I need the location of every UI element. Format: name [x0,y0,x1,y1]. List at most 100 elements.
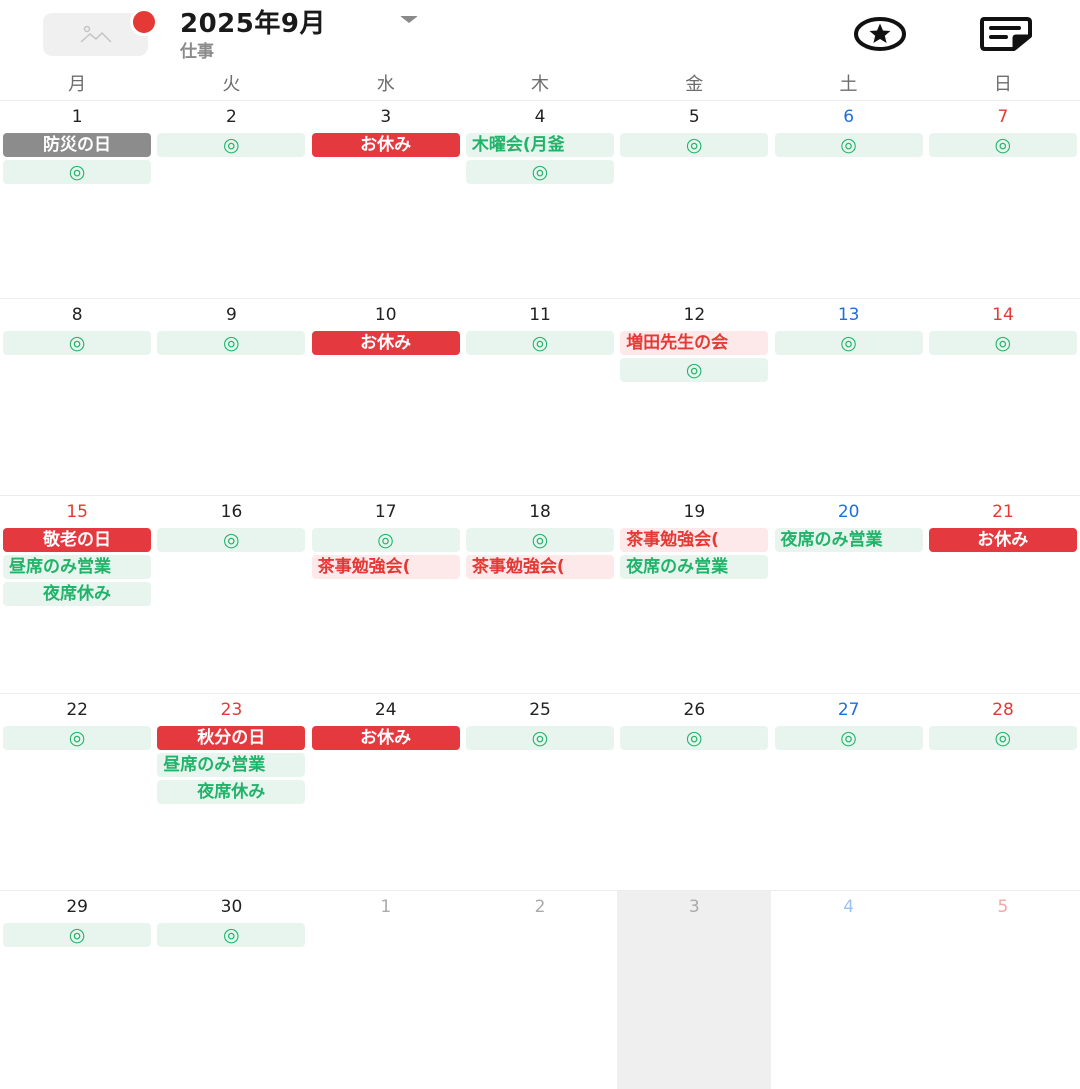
day-cell[interactable]: 26 ◎ [617,694,771,892]
day-cell[interactable]: 1 防災の日 ◎ [0,101,154,299]
day-number: 15 [66,502,88,522]
day-cell[interactable]: 14 ◎ [926,299,1080,497]
week-row: 1 防災の日 ◎ 2 ◎ 3 お休み 4 木曜会(月釜 ◎ 5 ◎ 6 ◎ 7 ◎ [0,100,1080,299]
event-chip[interactable]: お休み [311,725,460,750]
day-cell[interactable]: 20 夜席のみ営業 [772,496,926,694]
event-chip[interactable]: ◎ [465,725,614,750]
chevron-down-icon[interactable] [400,16,418,23]
day-cell[interactable]: 13 ◎ [772,299,926,497]
day-cell[interactable]: 5 ◎ [617,101,771,299]
day-cell[interactable]: 30 ◎ [154,891,308,1089]
day-cell[interactable]: 2 [463,891,617,1089]
event-chip[interactable]: ◎ [928,725,1077,750]
day-cell[interactable]: 8 ◎ [0,299,154,497]
event-chip[interactable]: 増田先生の会 [620,330,769,355]
day-cell[interactable]: 1 [309,891,463,1089]
day-cell[interactable]: 2 ◎ [154,101,308,299]
week-row: 29 ◎ 30 ◎ 1 2 3 4 5 [0,890,1080,1089]
day-cell[interactable]: 29 ◎ [0,891,154,1089]
event-chip[interactable]: ◎ [157,923,306,947]
event-chip[interactable]: ◎ [3,160,151,184]
day-cell[interactable]: 4 木曜会(月釜 ◎ [463,101,617,299]
event-chip[interactable]: ◎ [3,725,151,750]
day-cell[interactable]: 27 ◎ [772,694,926,892]
event-chip[interactable]: ◎ [620,133,769,157]
day-number: 24 [374,699,397,720]
event-chip[interactable]: 茶事勉強会( [465,555,614,579]
day-cell[interactable]: 16 ◎ [154,496,308,694]
day-cell[interactable]: 28 ◎ [926,694,1080,892]
event-chip[interactable]: ◎ [157,528,306,552]
event-chip[interactable]: ◎ [774,330,923,355]
weekday-label: 火 [222,74,241,95]
event-chip[interactable]: ◎ [774,133,923,157]
event-chip[interactable]: ◎ [465,330,614,355]
day-number: 25 [529,699,551,720]
notification-dot [130,8,158,36]
weekday-label: 金 [685,74,704,95]
event-chip[interactable]: ◎ [157,330,306,355]
day-cell[interactable]: 7 ◎ [926,101,1080,299]
event-chip[interactable]: 敬老の日 [3,528,151,552]
day-number: 4 [534,107,546,127]
event-chip[interactable]: 夜席のみ営業 [620,555,769,579]
event-chip[interactable]: お休み [311,330,460,355]
event-chip[interactable]: 木曜会(月釜 [465,133,614,157]
event-chip[interactable]: 夜席休み [3,582,151,606]
day-cell[interactable]: 15 敬老の日昼席のみ営業 夜席休み [0,496,154,694]
month-grid: 1 防災の日 ◎ 2 ◎ 3 お休み 4 木曜会(月釜 ◎ 5 ◎ 6 ◎ 7 ◎ 8 ◎ 9 ◎ 10 お休み 11 ◎ 12… [0,100,1080,1089]
day-cell[interactable]: 9 ◎ [154,299,308,497]
event-chip[interactable]: 防災の日 [3,133,151,157]
day-cell[interactable]: 6 ◎ [772,101,926,299]
day-cell[interactable]: 24 お休み [309,694,463,892]
day-number: 22 [66,699,88,720]
star-icon [854,17,906,51]
day-cell[interactable]: 21 お休み [926,496,1080,694]
day-cell[interactable]: 17 ◎ 茶事勉強会( [309,496,463,694]
day-number: 1 [380,897,392,917]
day-cell[interactable]: 23 秋分の日 昼席のみ営業 夜席休み [154,694,308,892]
day-cell[interactable]: 25 ◎ [463,694,617,892]
event-chip[interactable]: ◎ [620,725,769,750]
day-cell[interactable]: 4 [772,891,926,1089]
calendar-name: 仕事 [180,42,214,62]
day-cell[interactable]: 12 増田先生の会 ◎ [617,299,771,497]
star-button[interactable] [853,15,907,53]
memo-button[interactable] [978,14,1034,54]
day-number: 8 [71,304,83,325]
event-chip[interactable]: ◎ [928,133,1077,157]
day-cell[interactable]: 18 ◎ 茶事勉強会( [463,496,617,694]
event-chip[interactable]: ◎ [928,330,1077,355]
event-chip[interactable]: ◎ [465,528,614,552]
event-chip[interactable]: ◎ [311,528,460,552]
event-chip[interactable]: 茶事勉強会( [620,528,769,552]
event-chip[interactable]: 茶事勉強会( [311,555,460,579]
event-chip[interactable]: ◎ [465,160,614,184]
day-cell[interactable]: 19 茶事勉強会(夜席のみ営業 [617,496,771,694]
event-chip[interactable]: ◎ [157,133,306,157]
month-title[interactable]: 2025年9月 [180,3,326,40]
event-chip[interactable]: ◎ [3,330,151,355]
weekday-label: 月 [68,74,87,95]
event-chip[interactable]: ◎ [3,923,151,947]
event-chip[interactable]: ◎ [774,725,923,750]
calendar-image-thumbnail[interactable] [43,8,158,56]
day-cell[interactable]: 11 ◎ [463,299,617,497]
day-cell[interactable]: 5 [926,891,1080,1089]
day-number: 12 [683,304,706,325]
day-number: 27 [837,699,860,720]
event-chip[interactable]: お休み [311,133,460,157]
day-cell[interactable]: 3 [617,891,772,1089]
event-chip[interactable]: ◎ [620,357,769,382]
day-cell[interactable]: 3 お休み [309,101,463,299]
weekday-label: 水 [376,74,395,95]
event-chip[interactable]: お休み [928,528,1077,552]
week-row: 8 ◎ 9 ◎ 10 お休み 11 ◎ 12 増田先生の会 ◎ 13 ◎ 14 ◎ [0,297,1080,497]
event-chip[interactable]: 秋分の日 [157,725,306,750]
day-cell[interactable]: 22 ◎ [0,694,154,892]
event-chip[interactable]: 昼席のみ営業 [3,555,151,579]
day-cell[interactable]: 10 お休み [309,299,463,497]
event-chip[interactable]: 昼席のみ営業 [157,752,306,777]
event-chip[interactable]: 夜席休み [157,779,306,804]
event-chip[interactable]: 夜席のみ営業 [774,528,923,552]
